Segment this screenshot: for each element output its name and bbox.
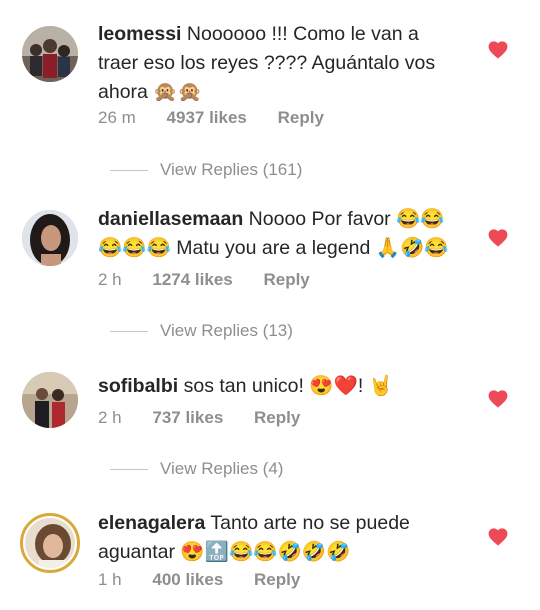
avatar[interactable] (22, 26, 78, 82)
comment-likes[interactable]: 737 likes (152, 408, 223, 427)
comment-likes[interactable]: 1274 likes (152, 270, 232, 289)
view-replies-button[interactable]: View Replies (13) (110, 321, 293, 341)
comment-username[interactable]: daniellasemaan (98, 208, 243, 230)
divider-line (110, 170, 148, 172)
avatar[interactable] (22, 210, 78, 266)
view-replies-label: View Replies (4) (160, 459, 284, 478)
like-heart-icon[interactable] (488, 390, 508, 408)
comment-time: 2 h (98, 270, 122, 289)
comment-time: 26 m (98, 108, 136, 127)
view-replies-button[interactable]: View Replies (161) (110, 160, 302, 180)
comment-username[interactable]: elenagalera (98, 512, 205, 534)
comment-time: 2 h (98, 408, 122, 427)
like-heart-icon[interactable] (488, 41, 508, 59)
comment-username[interactable]: leomessi (98, 23, 181, 45)
comment-time: 1 h (98, 570, 122, 589)
avatar[interactable] (22, 372, 78, 428)
avatar-story-ring[interactable] (20, 513, 80, 573)
comment-likes[interactable]: 4937 likes (167, 108, 247, 127)
comment-meta: 2 h 737 likes Reply (98, 408, 326, 428)
comment-body: sofibalbi sos tan unico! 😍❤️! 🤘 (98, 372, 458, 401)
view-replies-label: View Replies (13) (160, 321, 293, 340)
comment-body: elenagalera Tanto arte no se puede aguan… (98, 509, 458, 567)
reply-button[interactable]: Reply (254, 408, 300, 427)
like-heart-icon[interactable] (488, 528, 508, 546)
comment-meta: 1 h 400 likes Reply (98, 570, 326, 590)
divider-line (110, 331, 148, 333)
comment-username[interactable]: sofibalbi (98, 375, 178, 397)
comment-text: sos tan unico! 😍❤️! 🤘 (183, 375, 394, 397)
reply-button[interactable]: Reply (254, 570, 300, 589)
comment-likes[interactable]: 400 likes (152, 570, 223, 589)
divider-line (110, 469, 148, 471)
like-heart-icon[interactable] (488, 229, 508, 247)
avatar (25, 518, 75, 568)
comment-meta: 2 h 1274 likes Reply (98, 270, 336, 290)
reply-button[interactable]: Reply (278, 108, 324, 127)
view-replies-button[interactable]: View Replies (4) (110, 459, 283, 479)
reply-button[interactable]: Reply (263, 270, 309, 289)
comment-body: leomessi Noooooo !!! Como le van a traer… (98, 20, 458, 107)
view-replies-label: View Replies (161) (160, 160, 303, 179)
comment-body: daniellasemaan Noooo Por favor 😂😂😂😂😂 Mat… (98, 205, 458, 263)
comment-meta: 26 m 4937 likes Reply (98, 108, 350, 128)
